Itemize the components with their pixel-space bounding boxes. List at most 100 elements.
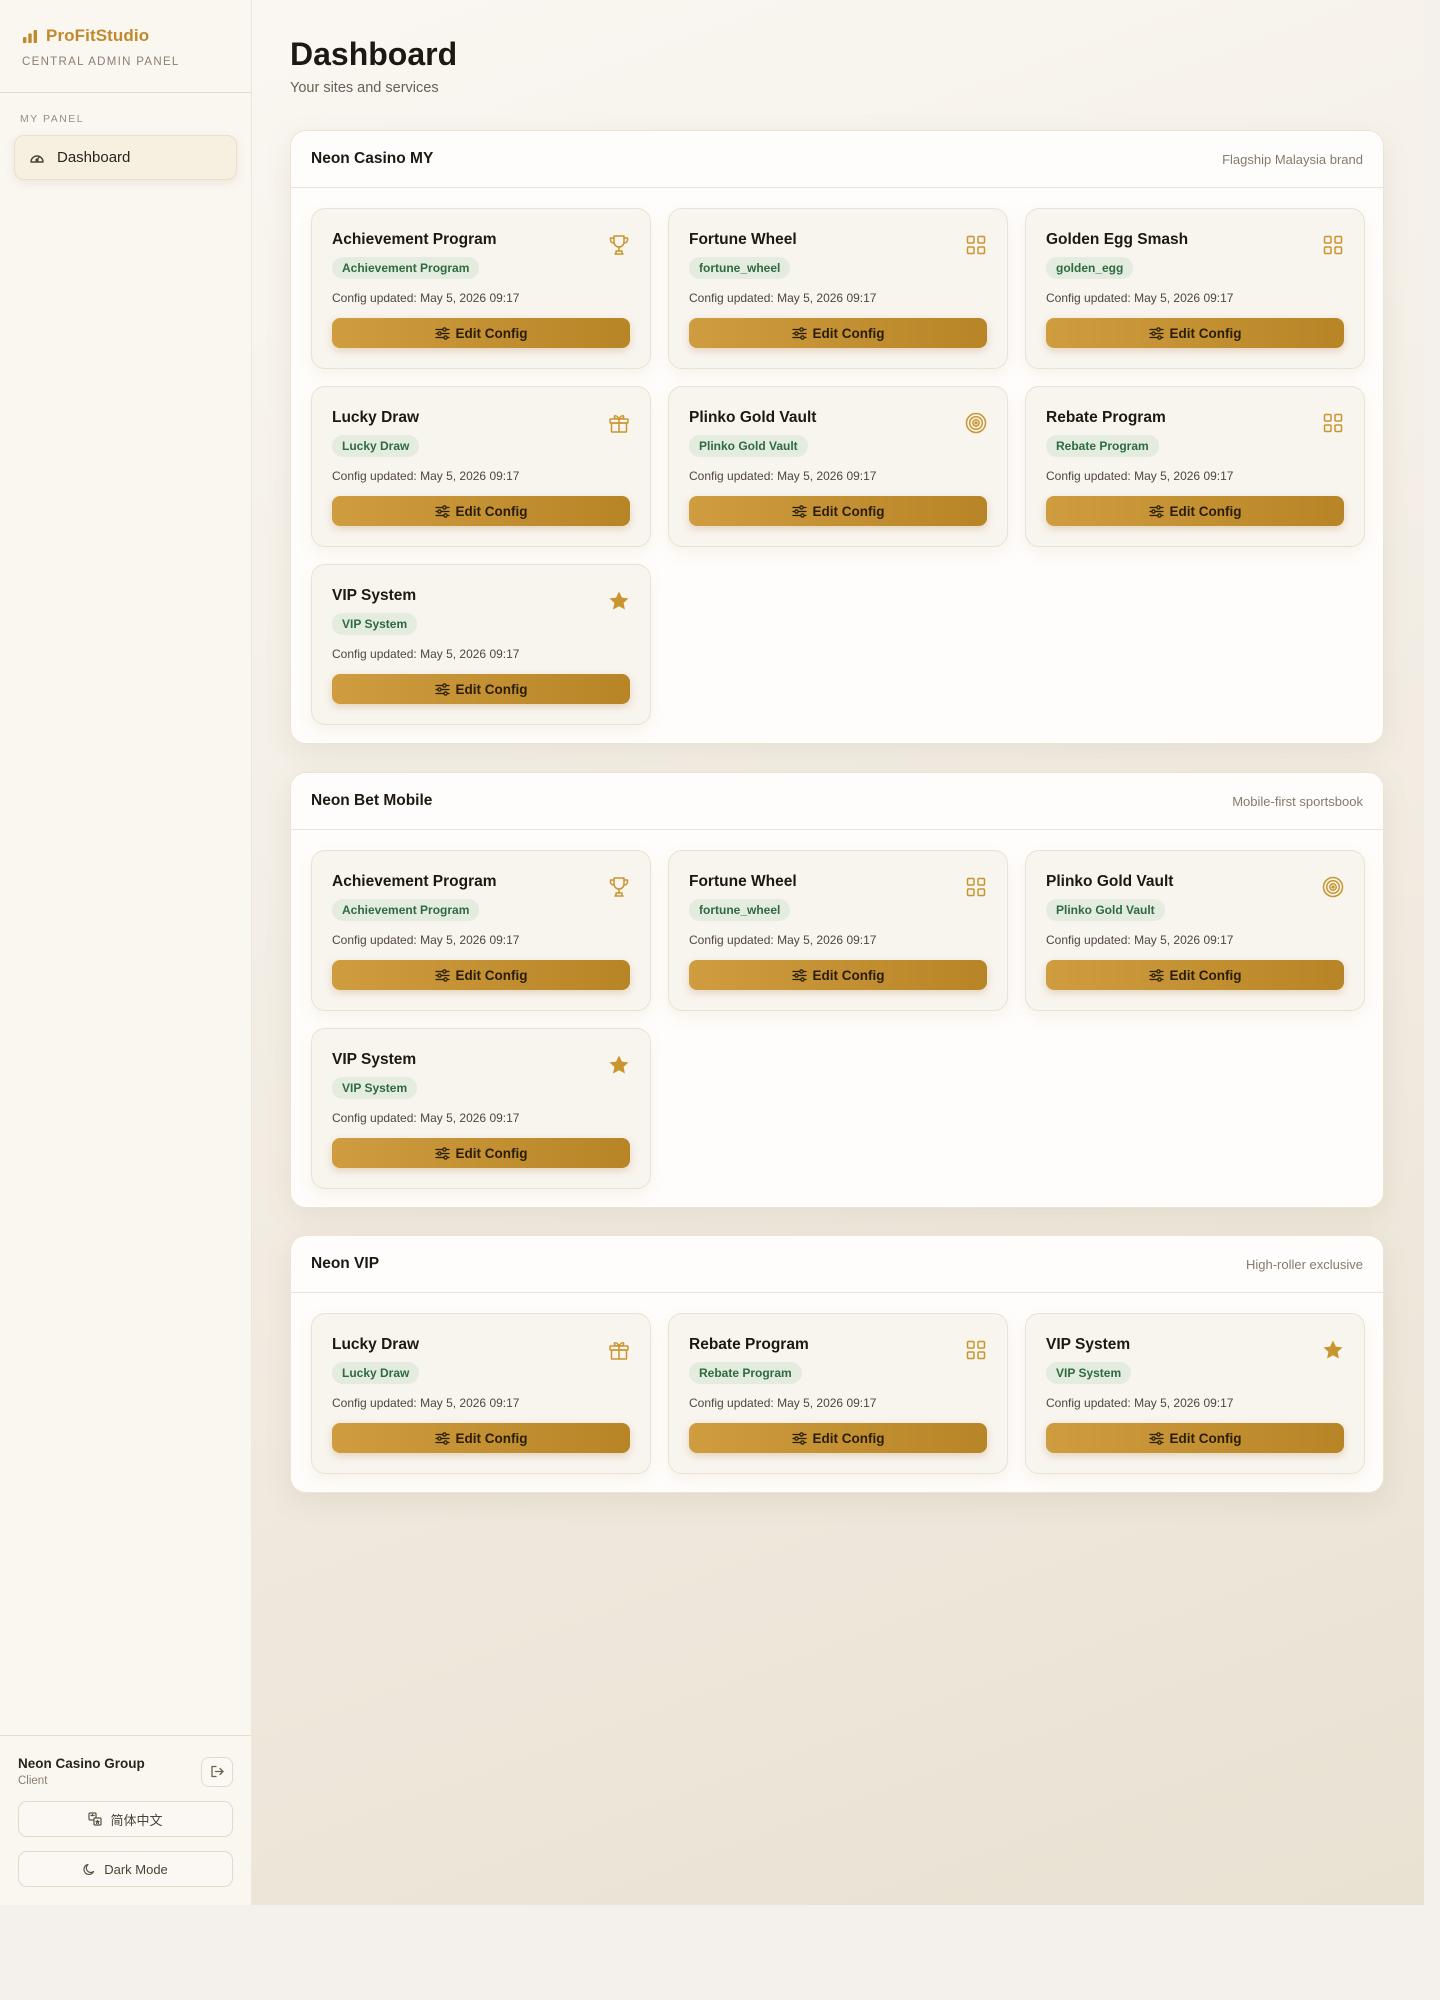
service-badge: Plinko Gold Vault <box>1046 899 1165 921</box>
sliders-icon <box>1148 504 1164 518</box>
sliders-icon <box>791 968 807 982</box>
edit-config-label: Edit Config <box>455 503 528 519</box>
site-group: Neon Casino MY Flagship Malaysia brand Ach… <box>290 130 1384 744</box>
edit-config-button[interactable]: Edit Config <box>1046 318 1344 348</box>
grid-icon <box>964 875 988 899</box>
language-label: 简体中文 <box>110 1812 163 1828</box>
edit-config-button[interactable]: Edit Config <box>332 1138 630 1168</box>
service-card: Lucky Draw Lucky Draw Config updated: May … <box>311 386 651 547</box>
config-updated: Config updated: May 5, 2026 09:17 <box>1046 469 1234 483</box>
edit-config-button[interactable]: Edit Config <box>332 496 630 526</box>
edit-config-label: Edit Config <box>1169 1430 1242 1446</box>
target-icon <box>1321 875 1345 899</box>
group-description: High-roller exclusive <box>1245 1256 1363 1272</box>
sliders-icon <box>791 504 807 518</box>
sliders-icon <box>434 1146 450 1160</box>
edit-config-label: Edit Config <box>1169 503 1242 519</box>
gift-icon <box>607 411 631 435</box>
config-updated: Config updated: May 5, 2026 09:17 <box>332 933 520 947</box>
language-button[interactable]: 简体中文 <box>18 1801 233 1837</box>
card-title: Fortune Wheel <box>689 873 797 890</box>
service-badge: Rebate Program <box>1046 435 1159 457</box>
dark-mode-button[interactable]: Dark Mode <box>18 1851 233 1887</box>
edit-config-label: Edit Config <box>455 681 528 697</box>
sliders-icon <box>1148 968 1164 982</box>
config-updated: Config updated: May 5, 2026 09:17 <box>332 1396 520 1410</box>
config-updated: Config updated: May 5, 2026 09:17 <box>1046 1396 1234 1410</box>
service-badge: fortune_wheel <box>689 899 791 921</box>
config-updated: Config updated: May 5, 2026 09:17 <box>332 1111 520 1125</box>
target-icon <box>964 411 988 435</box>
config-updated: Config updated: May 5, 2026 09:17 <box>689 469 877 483</box>
card-title: Fortune Wheel <box>689 231 797 248</box>
edit-config-label: Edit Config <box>1169 967 1242 983</box>
config-updated: Config updated: May 5, 2026 09:17 <box>332 647 520 661</box>
edit-config-label: Edit Config <box>812 967 885 983</box>
service-badge: fortune_wheel <box>689 257 791 279</box>
card-title: VIP System <box>332 1051 417 1068</box>
card-title: Lucky Draw <box>332 409 420 426</box>
nav-section-label: MY PANEL <box>20 113 85 125</box>
service-card: Rebate Program Rebate Program Config updat… <box>668 1313 1008 1474</box>
edit-config-label: Edit Config <box>812 503 885 519</box>
edit-config-button[interactable]: Edit Config <box>689 1423 987 1453</box>
brand-name: ProFitStudio <box>46 26 150 45</box>
config-updated: Config updated: May 5, 2026 09:17 <box>332 469 520 483</box>
group-title: Neon Bet Mobile <box>311 792 433 809</box>
brand-subtitle: CENTRAL ADMIN PANEL <box>22 56 180 68</box>
card-title: VIP System <box>1046 1336 1131 1353</box>
service-badge: Lucky Draw <box>332 1362 420 1384</box>
gauge-icon <box>30 154 44 163</box>
service-card: VIP System VIP System Config updated: May … <box>311 564 651 725</box>
client-name: Neon Casino Group <box>18 1756 145 1771</box>
page-subtitle: Your sites and services <box>290 80 439 96</box>
card-title: VIP System <box>332 587 417 604</box>
card-title: Achievement Program <box>332 231 497 248</box>
sliders-icon <box>434 326 450 340</box>
edit-config-label: Edit Config <box>455 1145 528 1161</box>
edit-config-button[interactable]: Edit Config <box>332 674 630 704</box>
edit-config-button[interactable]: Edit Config <box>1046 1423 1344 1453</box>
edit-config-button[interactable]: Edit Config <box>689 318 987 348</box>
dark-mode-label: Dark Mode <box>104 1861 168 1877</box>
edit-config-label: Edit Config <box>455 1430 528 1446</box>
grid-icon <box>1321 233 1345 257</box>
edit-config-button[interactable]: Edit Config <box>689 496 987 526</box>
card-title: Rebate Program <box>1046 409 1166 426</box>
logout-button[interactable] <box>201 1756 233 1787</box>
client-role: Client <box>18 1775 48 1787</box>
sidebar: ProFitStudio CENTRAL ADMIN PANEL MY PANE… <box>0 0 252 1905</box>
service-card: Plinko Gold Vault Plinko Gold Vault Config… <box>668 386 1008 547</box>
trophy-icon <box>607 875 631 899</box>
sidebar-item-dashboard[interactable]: Dashboard <box>14 135 237 180</box>
star-icon <box>607 1053 631 1077</box>
moon-icon <box>83 1863 95 1875</box>
config-updated: Config updated: May 5, 2026 09:17 <box>689 933 877 947</box>
gift-icon <box>607 1338 631 1362</box>
service-card: Fortune Wheel fortune_wheel Config updated… <box>668 208 1008 369</box>
service-card: Achievement Program Achievement Program Co… <box>311 208 651 369</box>
logout-icon <box>210 1765 224 1778</box>
edit-config-button[interactable]: Edit Config <box>1046 496 1344 526</box>
edit-config-label: Edit Config <box>455 325 528 341</box>
config-updated: Config updated: May 5, 2026 09:17 <box>1046 933 1234 947</box>
edit-config-button[interactable]: Edit Config <box>689 960 987 990</box>
service-badge: VIP System <box>332 1077 418 1099</box>
page-title: Dashboard <box>290 36 458 72</box>
edit-config-label: Edit Config <box>455 967 528 983</box>
service-card: Rebate Program Rebate Program Config updat… <box>1025 386 1365 547</box>
edit-config-button[interactable]: Edit Config <box>332 1423 630 1453</box>
edit-config-button[interactable]: Edit Config <box>332 960 630 990</box>
service-badge: golden_egg <box>1046 257 1134 279</box>
trophy-icon <box>607 233 631 257</box>
edit-config-button[interactable]: Edit Config <box>1046 960 1344 990</box>
grid-icon <box>964 1338 988 1362</box>
service-badge: VIP System <box>332 613 418 635</box>
edit-config-button[interactable]: Edit Config <box>332 318 630 348</box>
config-updated: Config updated: May 5, 2026 09:17 <box>689 291 877 305</box>
sliders-icon <box>434 1431 450 1445</box>
service-card: VIP System VIP System Config updated: May … <box>1025 1313 1365 1474</box>
grid-icon <box>964 233 988 257</box>
service-card: Achievement Program Achievement Program Co… <box>311 850 651 1011</box>
card-title: Achievement Program <box>332 873 497 890</box>
